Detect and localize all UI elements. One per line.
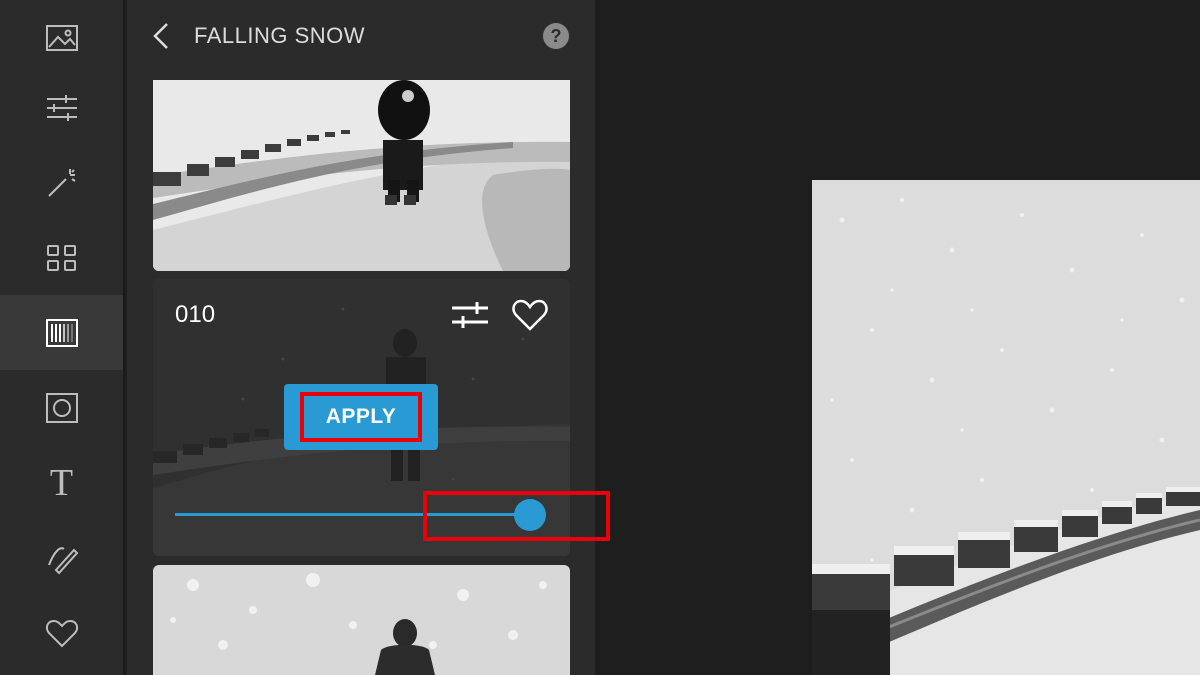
rail-item-filters[interactable] <box>0 295 123 370</box>
rail-item-image[interactable] <box>0 0 123 75</box>
brush-icon <box>47 546 78 574</box>
thumbnail-image <box>153 80 570 271</box>
panel-header: FALLING SNOW ? <box>127 0 595 72</box>
rail-item-favorites[interactable] <box>0 595 123 670</box>
rail-item-magic[interactable] <box>0 145 123 220</box>
intensity-slider-track[interactable] <box>175 513 535 516</box>
rail-item-text[interactable]: T <box>0 445 123 520</box>
tool-rail: T <box>0 0 125 675</box>
filter-card-selected[interactable]: 010 APPLY <box>153 279 570 556</box>
preview-photo <box>812 180 1200 675</box>
filter-panel: FALLING SNOW ? 010 APPLY <box>127 0 595 675</box>
thumbnail-image <box>153 565 570 675</box>
filter-thumbnail-next[interactable] <box>153 565 570 675</box>
canvas-preview-image <box>812 180 1200 675</box>
rail-item-adjust[interactable] <box>0 70 123 145</box>
help-button[interactable]: ? <box>543 23 569 49</box>
heart-icon <box>45 619 78 647</box>
intensity-slider-handle[interactable] <box>514 499 546 531</box>
back-icon[interactable] <box>147 20 175 52</box>
frame-icon <box>45 392 78 423</box>
filters-icon <box>45 318 78 347</box>
filter-thumbnail-previous[interactable] <box>153 80 570 271</box>
rail-item-overlays[interactable] <box>0 220 123 295</box>
text-icon: T <box>49 461 74 504</box>
apply-button-container[interactable]: APPLY <box>284 384 438 450</box>
apply-button[interactable]: APPLY <box>300 392 422 442</box>
panel-title: FALLING SNOW <box>194 23 366 48</box>
magic-wand-icon <box>47 168 76 197</box>
sliders-icon <box>46 94 77 121</box>
grid-icon <box>46 244 76 271</box>
adjust-icon[interactable] <box>450 299 490 331</box>
rail-item-draw[interactable] <box>0 520 123 595</box>
rail-item-frames[interactable] <box>0 370 123 445</box>
heart-icon[interactable] <box>511 297 549 333</box>
filter-name: 010 <box>175 301 216 328</box>
image-icon <box>45 24 78 51</box>
